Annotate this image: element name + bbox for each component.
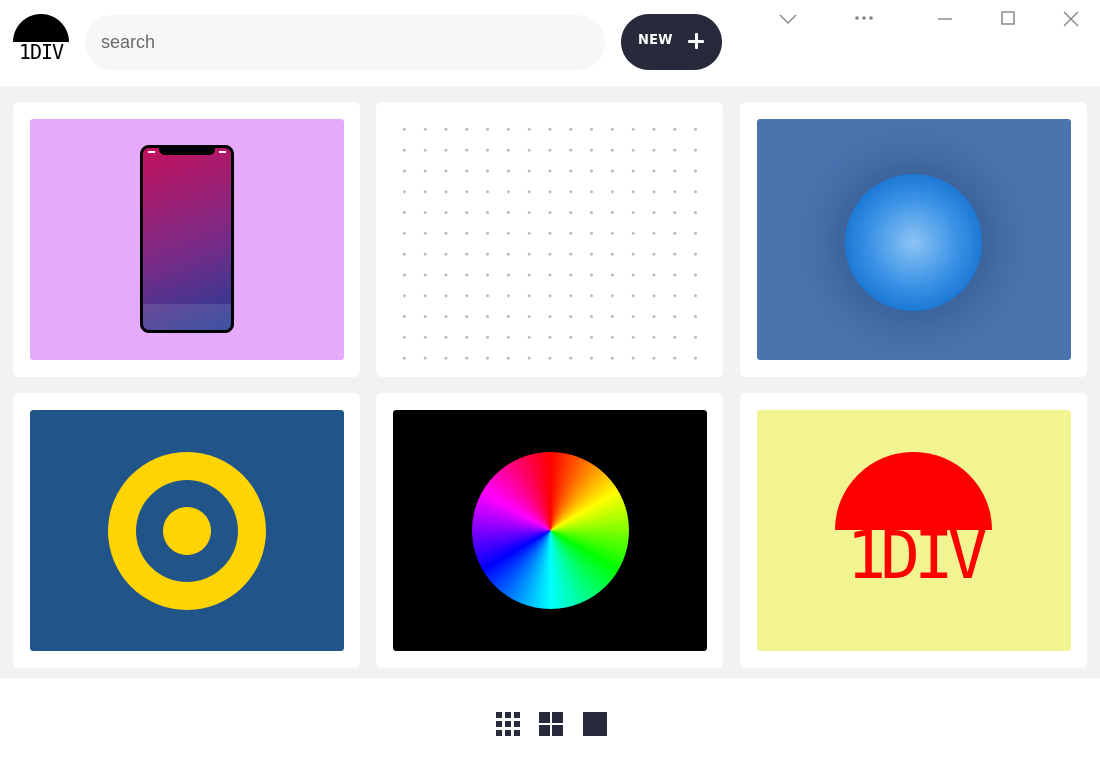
target-thumbnail bbox=[30, 410, 344, 651]
target-icon bbox=[108, 452, 266, 610]
new-button-label: NEW bbox=[638, 33, 673, 48]
bottom-bar bbox=[0, 678, 1100, 761]
phone-status-right bbox=[219, 151, 226, 153]
phone-notch bbox=[159, 147, 215, 155]
gallery-card-sphere[interactable] bbox=[740, 102, 1087, 377]
phone-status-left bbox=[148, 151, 155, 153]
single-view-icon[interactable] bbox=[582, 711, 608, 737]
gallery-card-target[interactable] bbox=[13, 393, 360, 668]
maximize-icon[interactable] bbox=[992, 6, 1024, 34]
gallery: 1DIV bbox=[0, 86, 1100, 678]
top-bar: 1DIV NEW bbox=[0, 0, 1100, 86]
small-grid-icon[interactable] bbox=[495, 711, 521, 737]
more-icon[interactable] bbox=[848, 6, 880, 34]
gallery-card-dots[interactable] bbox=[376, 102, 723, 377]
target-center-dot bbox=[163, 507, 211, 555]
phone-dock bbox=[143, 304, 231, 330]
search-input[interactable] bbox=[85, 15, 605, 70]
sphere-icon bbox=[845, 174, 982, 311]
medium-grid-icon[interactable] bbox=[538, 711, 564, 737]
chevron-down-icon[interactable] bbox=[772, 6, 804, 34]
logo-text: 1DIV bbox=[18, 40, 64, 64]
sphere-thumbnail bbox=[757, 119, 1071, 360]
gallery-card-1div-logo[interactable]: 1DIV bbox=[740, 393, 1087, 668]
gallery-card-phone[interactable] bbox=[13, 102, 360, 377]
gallery-card-color-wheel[interactable] bbox=[376, 393, 723, 668]
logo-half-circle bbox=[13, 14, 69, 42]
logo-text-red: 1DIV bbox=[846, 517, 988, 594]
app-logo[interactable]: 1DIV bbox=[13, 14, 69, 64]
new-button[interactable]: NEW bbox=[621, 14, 722, 70]
color-wheel-icon bbox=[472, 452, 629, 609]
close-icon[interactable] bbox=[1055, 6, 1087, 34]
minimize-icon[interactable] bbox=[929, 6, 961, 34]
color-wheel-thumbnail bbox=[393, 410, 707, 651]
1div-logo-thumbnail: 1DIV bbox=[757, 410, 1071, 651]
phone-icon bbox=[140, 145, 234, 333]
dot-grid-thumbnail bbox=[393, 119, 707, 360]
plus-icon bbox=[685, 30, 707, 52]
phone-thumbnail bbox=[30, 119, 344, 360]
